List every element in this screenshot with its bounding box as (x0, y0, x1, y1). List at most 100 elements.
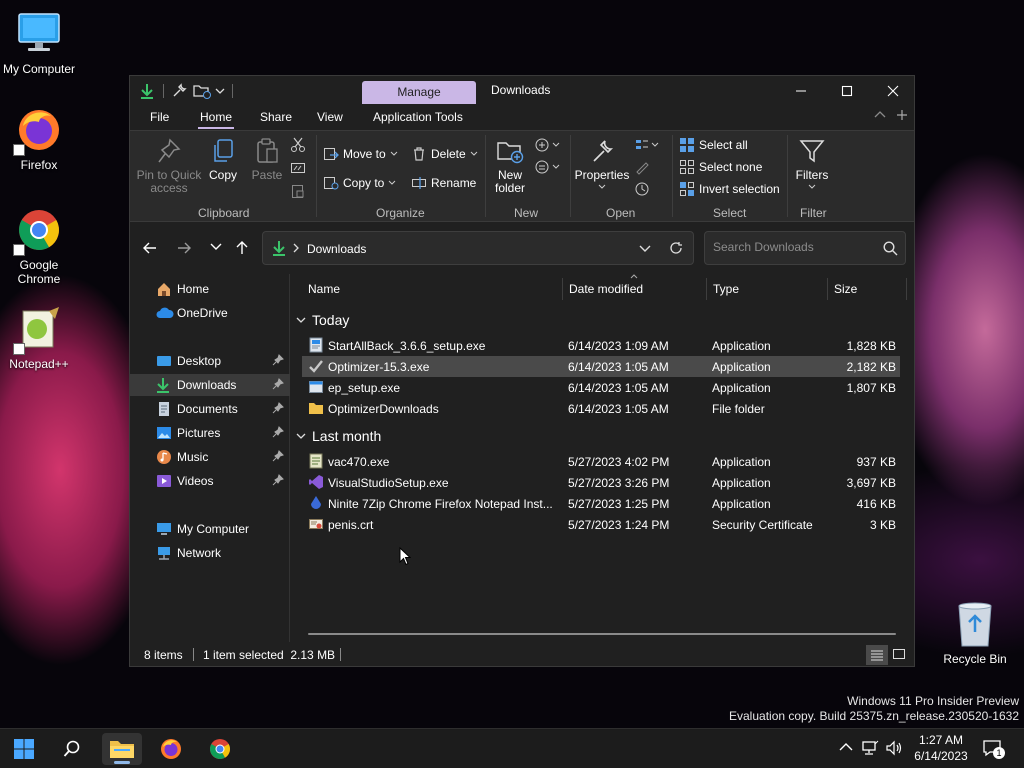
network-tray-icon[interactable] (861, 740, 879, 756)
pin-icon[interactable] (272, 354, 284, 366)
history-icon[interactable] (634, 181, 650, 197)
nav-item-my-computer[interactable]: My Computer (130, 518, 290, 540)
firefox-icon (161, 739, 181, 759)
open-button[interactable] (634, 137, 660, 153)
back-button[interactable] (142, 240, 158, 256)
nav-item-onedrive[interactable]: OneDrive (130, 302, 290, 324)
search-icon[interactable] (883, 241, 898, 256)
show-hidden-icons-button[interactable] (839, 742, 853, 752)
help-plus-icon[interactable] (896, 109, 908, 121)
file-row[interactable]: Ninite 7Zip Chrome Firefox Notepad Inst.… (302, 493, 900, 514)
file-row[interactable]: Optimizer-15.3.exe 6/14/2023 1:05 AM App… (302, 356, 900, 377)
collapse-ribbon-chevron-icon[interactable] (874, 110, 886, 120)
breadcrumb-downloads[interactable]: Downloads (307, 242, 366, 256)
edit-icon[interactable] (634, 159, 650, 175)
select-none-button[interactable]: Select none (679, 158, 762, 176)
pin-icon[interactable] (272, 474, 284, 486)
filters-button[interactable]: Filters (792, 137, 832, 190)
column-header-name[interactable]: Name (308, 282, 340, 296)
file-row[interactable]: ep_setup.exe 6/14/2023 1:05 AM Applicati… (302, 377, 900, 398)
column-header-type[interactable]: Type (713, 282, 739, 296)
move-to-button[interactable]: Move to (323, 145, 398, 163)
clock[interactable]: 1:27 AM 6/14/2023 (912, 732, 970, 764)
group-header-last-month[interactable]: Last month (296, 428, 381, 444)
chrome-taskbar-button[interactable] (200, 733, 240, 765)
horizontal-scrollbar[interactable] (308, 633, 896, 635)
refresh-button[interactable] (669, 241, 683, 255)
pin-icon[interactable] (272, 426, 284, 438)
desktop-icon-firefox[interactable]: Firefox (0, 106, 78, 172)
new-folder-qa-icon[interactable] (192, 82, 212, 100)
file-row[interactable]: penis.crt 5/27/2023 1:24 PM Security Cer… (302, 514, 900, 535)
file-explorer-taskbar-button[interactable] (102, 733, 142, 765)
pin-to-quick-access-button[interactable]: Pin to Quick access (136, 137, 202, 195)
forward-button[interactable] (176, 240, 192, 256)
nav-item-documents[interactable]: Documents (130, 398, 290, 420)
firefox-taskbar-button[interactable] (151, 733, 191, 765)
select-all-button[interactable]: Select all (679, 136, 748, 154)
group-header-today[interactable]: Today (296, 312, 349, 328)
paste-button[interactable]: Paste (248, 137, 286, 182)
tab-share[interactable]: Share (260, 110, 292, 124)
search-taskbar-button[interactable] (52, 733, 92, 765)
copy-button[interactable]: Copy (206, 137, 240, 182)
details-view-button[interactable] (866, 645, 888, 665)
file-row[interactable]: StartAllBack_3.6.6_setup.exe 6/14/2023 1… (302, 335, 900, 356)
new-item-button[interactable] (534, 137, 562, 153)
tab-home[interactable]: Home (197, 110, 235, 129)
minimize-button[interactable] (778, 76, 824, 106)
column-separator[interactable] (706, 278, 707, 300)
column-header-size[interactable]: Size (834, 282, 857, 296)
nav-item-desktop[interactable]: Desktop (130, 350, 290, 372)
maximize-button[interactable] (824, 76, 870, 106)
desktop-icon-recycle-bin[interactable]: Recycle Bin (936, 602, 1014, 666)
column-separator[interactable] (827, 278, 828, 300)
easy-access-button[interactable] (534, 159, 562, 175)
delete-button[interactable]: Delete (411, 145, 478, 163)
nav-item-music[interactable]: Music (130, 446, 290, 468)
copy-to-button[interactable]: Copy to (323, 174, 396, 192)
nav-item-pictures[interactable]: Pictures (130, 422, 290, 444)
file-row[interactable]: VisualStudioSetup.exe 5/27/2023 3:26 PM … (302, 472, 900, 493)
recent-locations-button[interactable] (210, 242, 222, 252)
cut-icon[interactable] (290, 137, 306, 153)
nav-item-videos[interactable]: Videos (130, 470, 290, 492)
search-input[interactable] (713, 240, 873, 254)
file-row[interactable]: vac470.exe 5/27/2023 4:02 PM Application… (302, 451, 900, 472)
properties-button[interactable]: Properties (574, 137, 630, 190)
properties-qa-icon[interactable] (170, 82, 188, 100)
new-folder-button[interactable]: New folder (492, 137, 528, 195)
tab-view[interactable]: View (317, 110, 343, 124)
nav-item-downloads[interactable]: Downloads (130, 374, 290, 396)
notification-center-button[interactable]: 1 (982, 739, 1005, 759)
pin-icon[interactable] (272, 378, 284, 390)
customize-qa-chevron-icon[interactable] (214, 82, 226, 100)
column-separator[interactable] (562, 278, 563, 300)
volume-icon[interactable] (885, 740, 903, 756)
tab-manage[interactable]: Manage (362, 81, 476, 104)
paste-shortcut-icon[interactable] (290, 183, 306, 199)
close-button[interactable] (870, 76, 916, 106)
pin-icon[interactable] (272, 402, 284, 414)
file-row[interactable]: OptimizerDownloads 6/14/2023 1:05 AM Fil… (302, 398, 900, 419)
desktop-icon-my-computer[interactable]: My Computer (0, 10, 78, 76)
nav-item-network[interactable]: Network (130, 542, 290, 564)
start-button[interactable] (4, 733, 44, 765)
tab-file[interactable]: File (150, 110, 169, 124)
address-bar[interactable]: Downloads (262, 231, 694, 265)
column-separator[interactable] (906, 278, 907, 300)
invert-selection-button[interactable]: Invert selection (679, 180, 780, 198)
desktop-icon-notepad-plus-plus[interactable]: Notepad++ (0, 305, 78, 371)
large-icons-view-button[interactable] (892, 648, 906, 660)
watermark-line-2: Evaluation copy. Build 25375.zn_release.… (729, 709, 1019, 723)
tab-application-tools[interactable]: Application Tools (373, 110, 463, 124)
rename-button[interactable]: Rename (411, 174, 476, 192)
search-box[interactable] (704, 231, 906, 265)
pin-icon[interactable] (272, 450, 284, 462)
copy-path-icon[interactable] (290, 160, 306, 176)
column-header-date-modified[interactable]: Date modified (569, 282, 643, 296)
address-history-button[interactable] (639, 244, 651, 254)
desktop-icon-google-chrome[interactable]: Google Chrome (0, 206, 78, 286)
up-button[interactable] (234, 240, 250, 256)
nav-item-home[interactable]: Home (130, 278, 290, 300)
